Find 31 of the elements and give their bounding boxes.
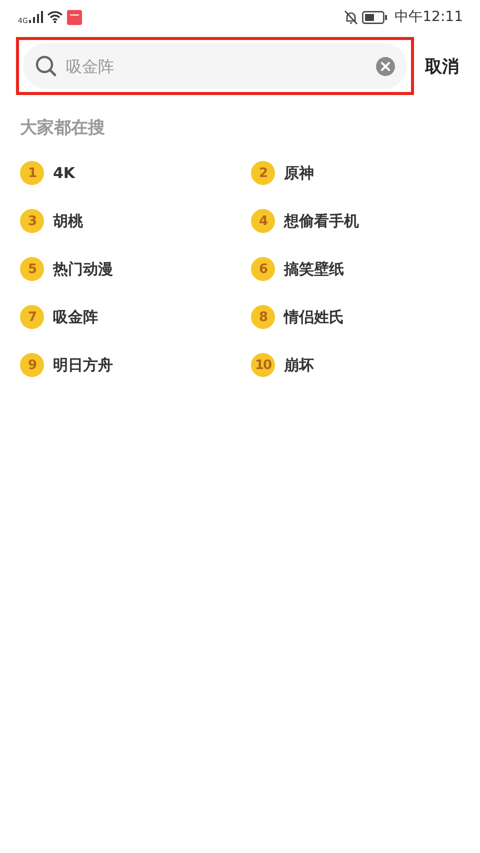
rank-badge: 5 [20,257,44,281]
hot-search-item[interactable]: 胡桃 [53,212,83,230]
section-title: 大家都在搜 [20,117,106,139]
hot-search-item[interactable]: 明日方舟 [53,356,113,374]
app-notification-icon [66,10,82,24]
rank-badge: 9 [20,353,44,377]
clock-time: 中午12:11 [394,8,463,26]
search-field[interactable]: 吸金阵 [23,43,407,89]
rank-badge: 6 [251,257,275,281]
battery-icon [362,10,388,24]
signal-icon [28,11,43,23]
search-icon [35,55,57,77]
hot-search-item[interactable]: 4K [53,164,76,182]
hot-search-item[interactable]: 情侣姓氏 [284,308,344,326]
bell-muted-icon [344,10,358,24]
cancel-button[interactable]: 取消 [425,54,459,78]
rank-badge: 3 [20,209,44,233]
rank-badge: 7 [20,305,44,329]
rank-badge: 4 [251,209,275,233]
hot-search-item[interactable]: 吸金阵 [53,308,98,326]
clear-icon[interactable] [376,56,395,76]
hot-search-item[interactable]: 搞笑壁纸 [284,260,344,278]
hot-search-item[interactable]: 想偷看手机 [284,212,359,230]
wifi-icon [46,11,63,23]
hot-search-item[interactable]: 原神 [284,164,314,182]
rank-badge: 8 [251,305,275,329]
rank-badge: 1 [20,161,44,185]
rank-badge: 2 [251,161,275,185]
hot-search-item[interactable]: 热门动漫 [53,260,113,278]
hot-search-item[interactable]: 崩坏 [284,356,314,374]
rank-badge: 10 [251,353,275,377]
